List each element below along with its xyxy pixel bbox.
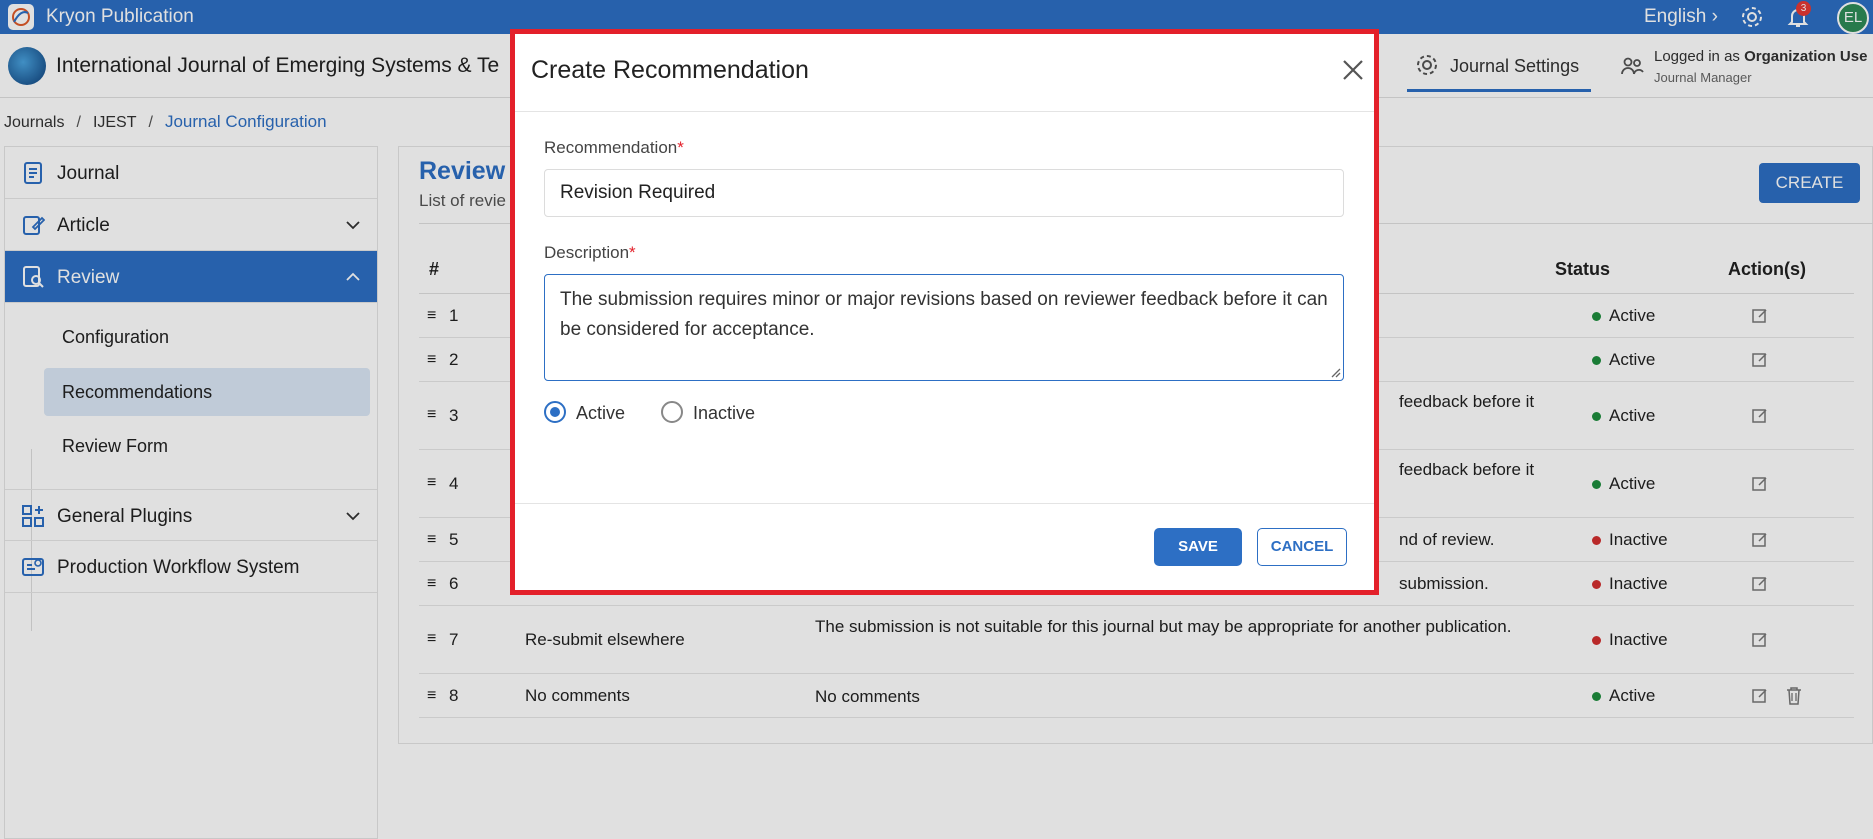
resize-handle-icon[interactable] xyxy=(1329,366,1341,378)
dialog-title: Create Recommendation xyxy=(531,56,809,84)
required-mark: * xyxy=(629,243,636,262)
divider xyxy=(515,503,1374,504)
create-recommendation-dialog: Create Recommendation Recommendation* Re… xyxy=(510,29,1379,595)
description-label-text: Description xyxy=(544,243,630,262)
radio-inactive-circle xyxy=(661,401,683,423)
recommendation-label: Recommendation* xyxy=(544,138,684,158)
radio-active-label: Active xyxy=(576,403,626,423)
description-textarea[interactable]: The submission requires minor or major r… xyxy=(544,274,1344,381)
save-button[interactable]: SAVE xyxy=(1154,528,1242,566)
required-mark: * xyxy=(677,138,684,157)
recommendation-label-text: Recommendation xyxy=(544,138,678,157)
cancel-button[interactable]: CANCEL xyxy=(1257,528,1347,566)
description-label: Description* xyxy=(544,243,636,263)
radio-active-circle xyxy=(544,401,566,423)
close-icon[interactable] xyxy=(1341,58,1365,82)
description-text: The submission requires minor or major r… xyxy=(560,289,1328,340)
radio-inactive-label: Inactive xyxy=(693,403,756,423)
divider xyxy=(515,111,1374,112)
recommendation-input[interactable]: Revision Required xyxy=(544,169,1344,217)
